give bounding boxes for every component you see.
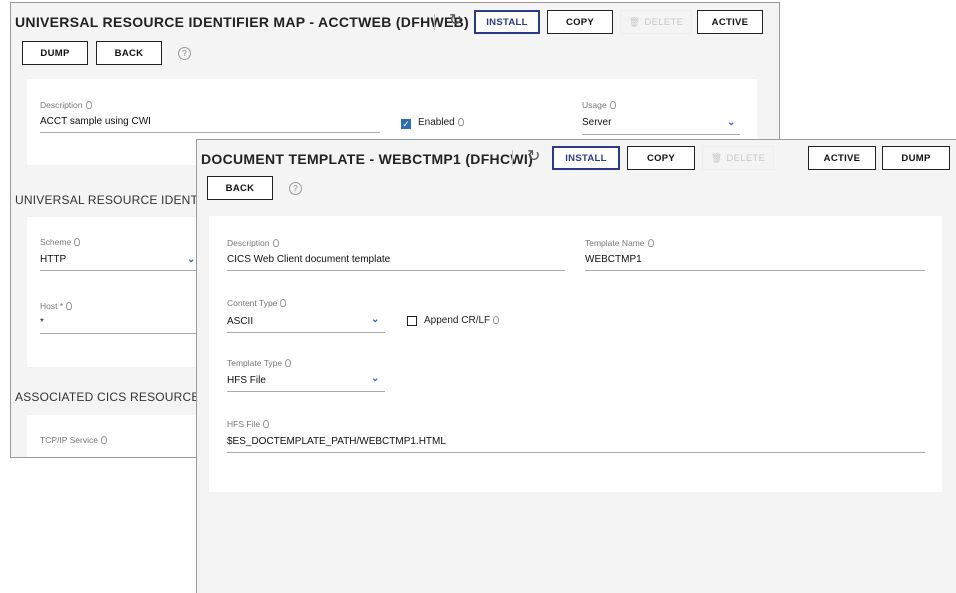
template-type-label: Template Type [227,358,292,368]
scheme-label: Scheme [40,237,81,247]
template-name-field[interactable]: WEBCTMP1 [585,254,642,265]
urimap-title: UNIVERSAL RESOURCE IDENTIFIER MAP - ACCT… [15,14,470,30]
hfs-file-underline [227,452,925,453]
delete-button: 🗑 DELETE [620,10,692,34]
usage-underline [582,134,740,135]
description-label: Description [227,238,279,248]
back-button[interactable]: BACK [96,41,162,65]
template-name-underline [585,270,925,271]
host-underline [40,333,210,334]
lightbulb-icon [285,359,292,367]
content-type-underline [227,332,385,333]
content-type-select[interactable]: ASCII [227,316,253,327]
trash-icon: 🗑 [628,16,641,27]
host-field[interactable]: * [40,317,44,328]
lightbulb-icon [85,101,92,109]
host-label: Host * [40,301,73,311]
template-type-select[interactable]: HFS File [227,375,266,386]
usage-select[interactable]: Server [582,117,611,128]
scheme-select[interactable]: HTTP [40,254,66,265]
lightbulb-icon [100,436,107,444]
append-crlf-label: Append CR/LF [424,315,500,326]
active-button[interactable]: ACTIVE [808,146,876,170]
description-underline [227,270,565,271]
copy-button[interactable]: COPY [547,10,613,34]
delete-label: DELETE [644,16,684,28]
doctemplate-window: DOCUMENT TEMPLATE - WEBCTMP1 (DFHCWI) ↻ … [196,139,956,593]
dump-button[interactable]: DUMP [22,41,88,65]
template-name-label: Template Name [585,238,654,248]
lightbulb-icon [647,239,654,247]
append-crlf-checkbox[interactable] [407,316,417,326]
lightbulb-icon [66,302,73,310]
doctemplate-title: DOCUMENT TEMPLATE - WEBCTMP1 (DFHCWI) [201,151,534,167]
section-assoc-heading: ASSOCIATED CICS RESOURCES [15,390,208,404]
chevron-down-icon[interactable]: ⌄ [371,373,379,384]
copy-button[interactable]: COPY [627,146,695,170]
active-button[interactable]: ACTIVE [697,10,763,34]
description-field[interactable]: CICS Web Client document template [227,254,390,265]
trash-icon: 🗑 [710,152,723,163]
enabled-checkbox[interactable]: ✓ [401,119,411,129]
scheme-underline [40,270,210,271]
lightbulb-icon [272,239,279,247]
lightbulb-icon [457,118,464,126]
help-icon[interactable]: ? [289,182,302,195]
back-button[interactable]: BACK [207,176,273,200]
delete-label: DELETE [726,152,766,164]
refresh-icon[interactable]: ↻ [449,10,462,30]
template-type-underline [227,391,385,392]
chevron-down-icon[interactable]: ⌄ [727,117,735,128]
install-button[interactable]: INSTALL [474,10,540,34]
install-button[interactable]: INSTALL [552,146,620,170]
chevron-down-icon[interactable]: ⌄ [187,254,195,265]
dump-button[interactable]: DUMP [882,146,950,170]
lightbulb-icon [493,316,500,324]
description-underline [40,132,380,133]
chevron-down-icon[interactable]: ⌄ [371,314,379,325]
hfs-file-label: HFS File [227,419,270,429]
content-type-label: Content Type [227,298,287,308]
title-separator [512,150,513,166]
lightbulb-icon [609,101,616,109]
usage-label: Usage [582,100,616,110]
help-icon[interactable]: ? [178,47,191,60]
lightbulb-icon [263,420,270,428]
tcpip-label: TCP/IP Service [40,435,107,445]
enabled-label: Enabled [418,117,464,128]
lightbulb-icon [74,238,81,246]
hfs-file-field[interactable]: $ES_DOCTEMPLATE_PATH/WEBCTMP1.HTML [227,436,446,447]
doctemplate-details-panel: Description CICS Web Client document tem… [209,216,942,492]
delete-button: 🗑 DELETE [702,146,774,170]
description-field[interactable]: ACCT sample using CWI [40,116,151,127]
description-label: Description [40,100,92,110]
lightbulb-icon [280,299,287,307]
title-separator [434,14,435,30]
refresh-icon[interactable]: ↻ [527,146,540,166]
